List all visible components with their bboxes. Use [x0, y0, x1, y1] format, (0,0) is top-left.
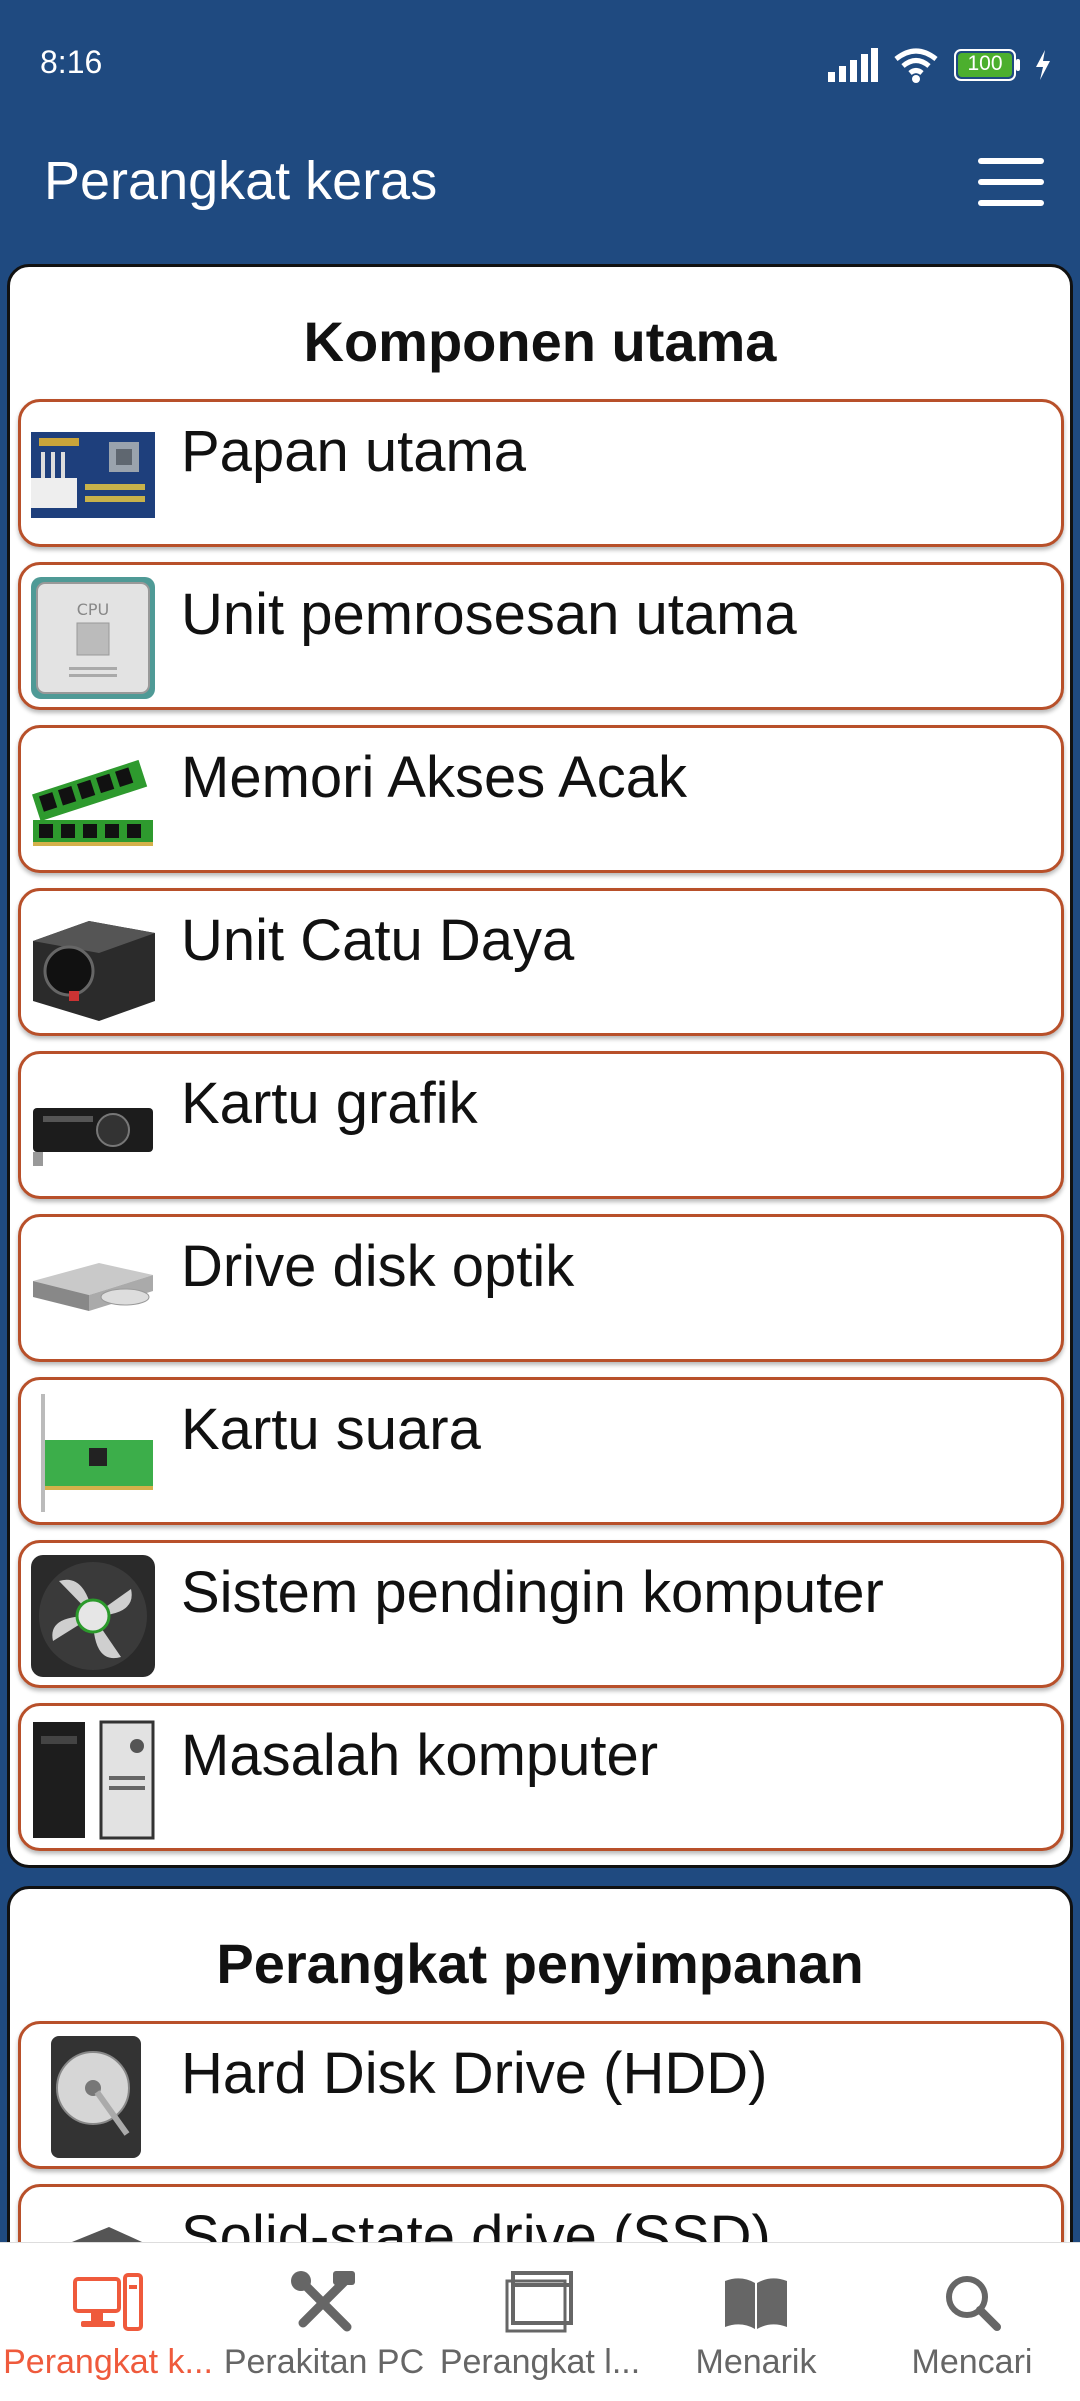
nav-label: Menarik [695, 2343, 817, 2381]
section-storage-devices: Perangkat penyimpanan Hard Disk Drive (H… [7, 1886, 1073, 2242]
list-item-computer-case[interactable]: Masalah komputer [18, 1703, 1064, 1851]
nav-tab-hardware[interactable]: Perangkat k... [0, 2243, 216, 2401]
ssd-icon [72, 2227, 142, 2242]
list-item-graphics-card[interactable]: Kartu grafik [18, 1051, 1064, 1199]
book-icon [725, 2278, 787, 2329]
list-item-ram[interactable]: Memori Akses Acak [18, 725, 1064, 873]
content-list[interactable]: Komponen utama Papan utama CPU Unit pemr… [0, 262, 1080, 2242]
signal-icon [828, 48, 878, 82]
nav-tab-interesting[interactable]: Menarik [648, 2243, 864, 2401]
computer-icon [73, 2273, 143, 2331]
nav-label: Perakitan PC [223, 2343, 425, 2381]
list-item-motherboard[interactable]: Papan utama [18, 399, 1064, 547]
battery-icon: 100 [954, 49, 1020, 81]
item-label: Memori Akses Acak [181, 745, 688, 810]
nav-tab-pc-assembly[interactable]: Perakitan PC [216, 2243, 432, 2401]
item-label: Hard Disk Drive (HDD) [181, 2041, 768, 2106]
ram-icon [32, 759, 153, 846]
page-title: Perangkat keras [44, 151, 438, 211]
list-item-hdd[interactable]: Hard Disk Drive (HDD) [18, 2021, 1064, 2169]
item-label: Kartu suara [181, 1397, 481, 1462]
item-label: Masalah komputer [181, 1723, 659, 1788]
nav-tab-search[interactable]: Mencari [864, 2243, 1080, 2401]
menu-button[interactable] [978, 158, 1044, 212]
computer-case-icon [33, 1720, 155, 1840]
item-label: Papan utama [181, 419, 527, 484]
list-item-cpu[interactable]: CPU Unit pemrosesan utama [18, 562, 1064, 710]
svg-text:CPU: CPU [77, 600, 110, 619]
wifi-icon [894, 48, 938, 83]
item-label: Solid-state drive (SSD) [181, 2204, 771, 2242]
hamburger-icon [978, 158, 1044, 206]
list-item-cooling-system[interactable]: Sistem pendingin komputer [18, 1540, 1064, 1688]
status-bar: 8:16 100 [0, 0, 1080, 130]
app-bar: Perangkat keras [0, 130, 1080, 260]
sound-card-icon [41, 1394, 153, 1512]
search-icon [946, 2276, 1001, 2331]
motherboard-icon [31, 432, 155, 518]
bottom-navigation: Perangkat k... Perakitan PC Perangkat l.… [0, 2242, 1080, 2401]
list-item-ssd[interactable]: Solid-state drive (SSD) [18, 2184, 1064, 2242]
item-label: Unit Catu Daya [181, 908, 575, 973]
list-item-power-supply[interactable]: Unit Catu Daya [18, 888, 1064, 1036]
nav-label: Mencari [911, 2343, 1033, 2381]
item-label: Kartu grafik [181, 1071, 478, 1136]
charging-icon [1036, 50, 1050, 80]
battery-level: 100 [967, 52, 1003, 75]
power-supply-icon [33, 921, 155, 1021]
nav-tab-software[interactable]: Perangkat l... [432, 2243, 648, 2401]
item-label: Drive disk optik [181, 1234, 575, 1299]
section-title: Perangkat penyimpanan [216, 1932, 864, 1995]
status-time: 8:16 [40, 44, 103, 80]
optical-drive-icon [33, 1263, 153, 1311]
item-label: Sistem pendingin komputer [181, 1560, 884, 1625]
graphics-card-icon [33, 1108, 153, 1166]
section-main-components: Komponen utama Papan utama CPU Unit pemr… [7, 264, 1073, 1868]
hdd-icon [51, 2036, 141, 2158]
nav-label: Perangkat l... [439, 2343, 641, 2381]
item-label: Unit pemrosesan utama [181, 582, 797, 647]
cooling-fan-icon [31, 1555, 155, 1677]
cpu-icon: CPU [31, 577, 155, 699]
list-item-optical-drive[interactable]: Drive disk optik [18, 1214, 1064, 1362]
tools-icon [291, 2271, 355, 2332]
section-title: Komponen utama [303, 310, 777, 373]
list-item-sound-card[interactable]: Kartu suara [18, 1377, 1064, 1525]
status-icons: 100 [826, 40, 1052, 90]
nav-label: Perangkat k... [3, 2343, 213, 2381]
window-icon [505, 2271, 573, 2333]
